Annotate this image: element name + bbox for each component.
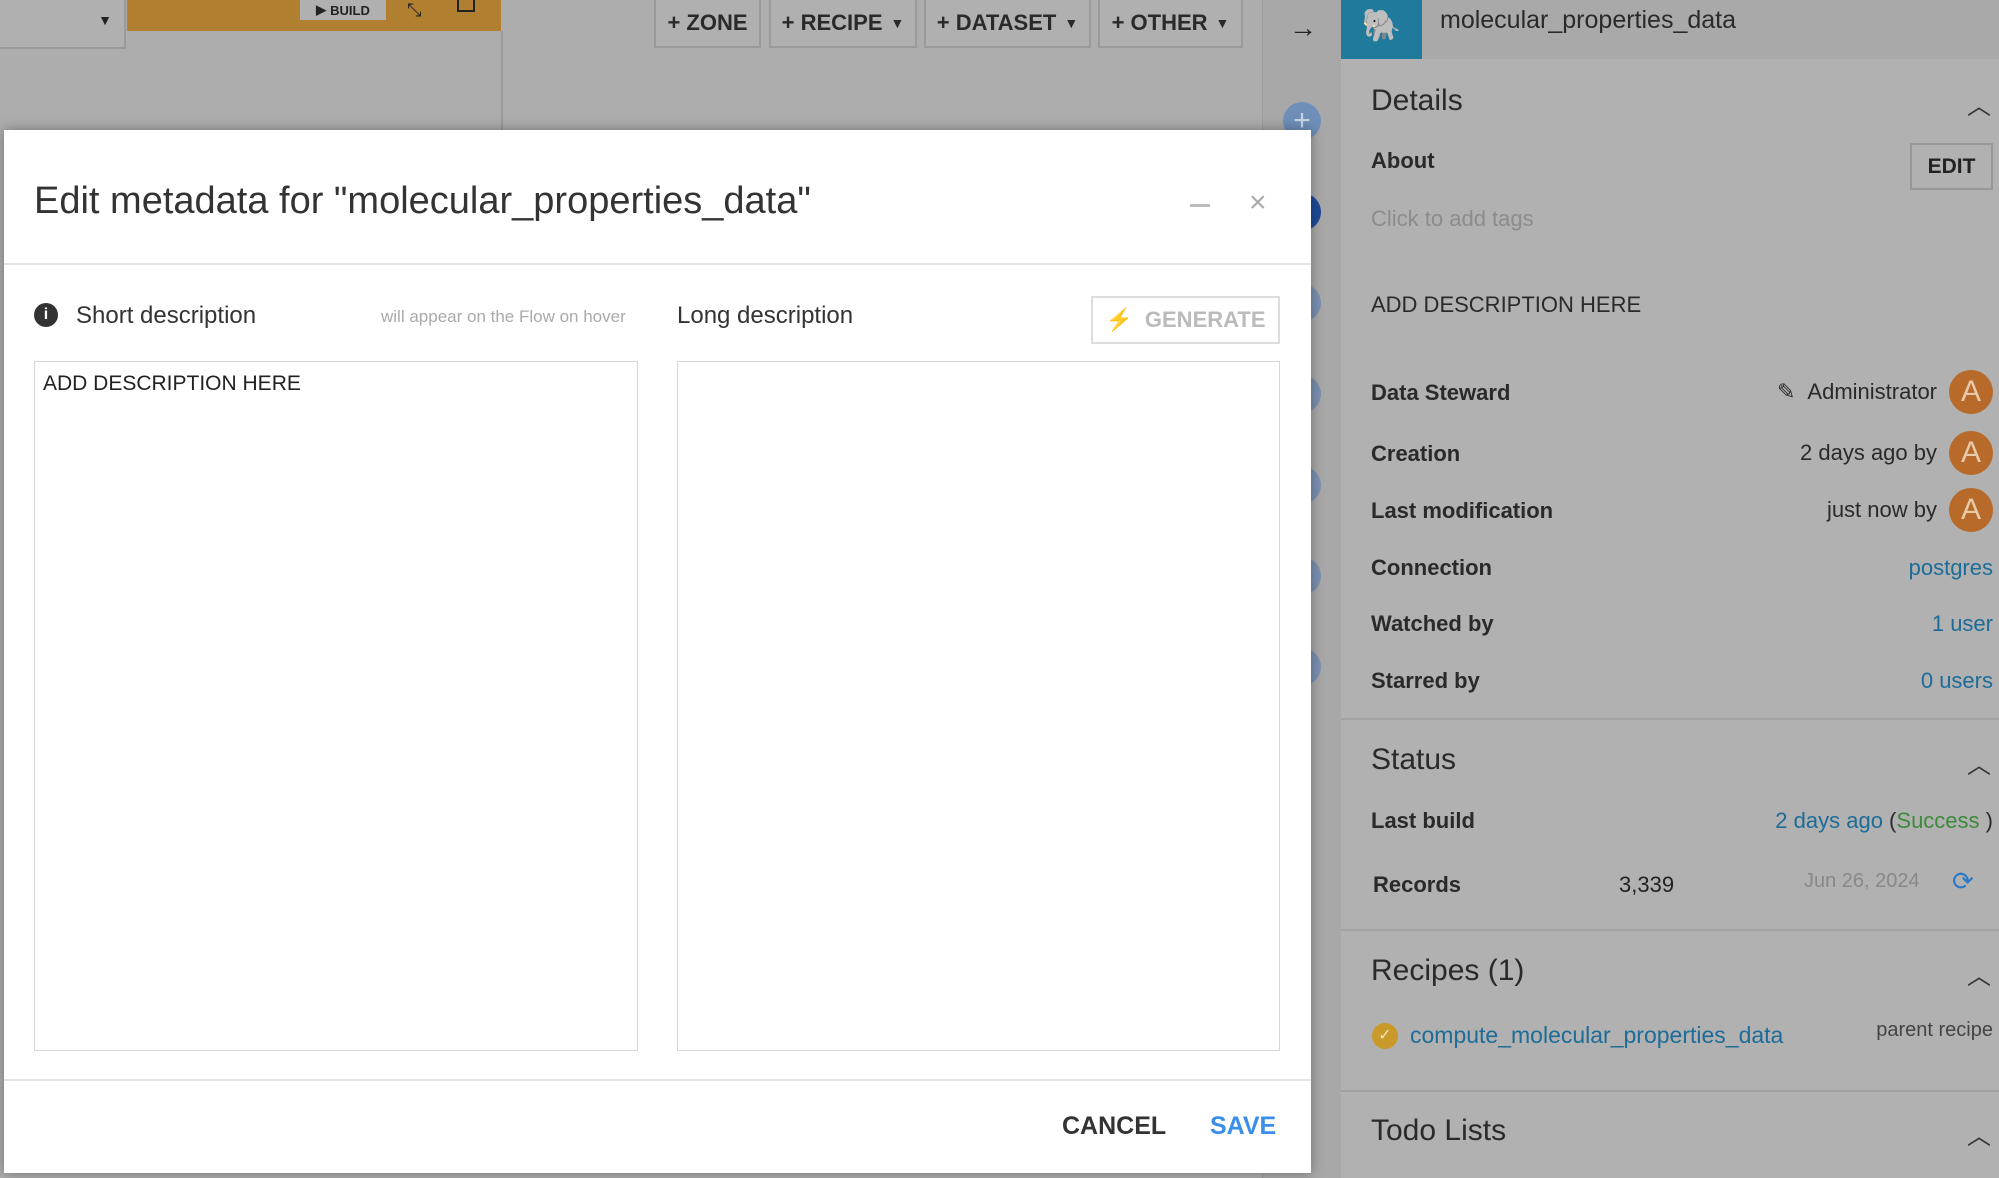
avatar[interactable]: A xyxy=(1949,488,1993,532)
last-modification-value: just now by A xyxy=(1827,488,1993,532)
square-icon[interactable] xyxy=(457,0,475,12)
creation-text: 2 days ago by xyxy=(1800,440,1937,465)
paren: ( xyxy=(1882,808,1897,833)
starred-by-link[interactable]: 0 users xyxy=(1921,668,1993,694)
pencil-icon[interactable]: ✎ xyxy=(1777,379,1795,405)
build-status: Success xyxy=(1896,808,1980,833)
modal-title: Edit metadata for "molecular_properties_… xyxy=(34,180,811,222)
collapse-icon[interactable]: ⤡ xyxy=(407,0,421,21)
refresh-icon[interactable]: ⟳ xyxy=(1952,866,1974,897)
last-modification-text: just now by xyxy=(1826,497,1937,522)
add-other-button[interactable]: + OTHER ▼ xyxy=(1098,0,1243,48)
data-steward-name: Administrator xyxy=(1807,379,1937,404)
recipe-role: parent recipe xyxy=(1876,1019,1993,1041)
divider xyxy=(4,1079,1311,1081)
paren: ) xyxy=(1979,808,1993,833)
about-label: About xyxy=(1371,148,1435,173)
postgres-elephant-icon: 🐘 xyxy=(1341,0,1422,59)
divider xyxy=(501,31,503,131)
cancel-button[interactable]: CANCEL xyxy=(1062,1112,1166,1141)
chevron-up-icon[interactable]: ︿ xyxy=(1967,86,1991,121)
short-description-hint: will appear on the Flow on hover xyxy=(381,307,626,326)
last-build-label: Last build xyxy=(1371,808,1475,833)
chevron-down-icon: ▼ xyxy=(1215,15,1230,31)
todo-lists-heading: Todo Lists xyxy=(1371,1114,1507,1147)
build-button[interactable]: ▶ BUILD xyxy=(300,0,386,20)
creation-value: 2 days ago by A xyxy=(1800,431,1993,475)
panel-header: 🐘 molecular_properties_data xyxy=(1341,0,1999,59)
chevron-down-icon: ▼ xyxy=(890,15,905,31)
description-text: ADD DESCRIPTION HERE xyxy=(1371,292,1642,317)
divider xyxy=(1341,1090,1999,1092)
last-build-value: 2 days ago (Success ) xyxy=(1775,808,1993,834)
chevron-up-icon[interactable]: ︿ xyxy=(1967,1116,1991,1151)
add-dataset-button[interactable]: + DATASET ▼ xyxy=(924,0,1091,48)
add-zone-button[interactable]: + ZONE xyxy=(654,0,761,48)
chevron-up-icon[interactable]: ︿ xyxy=(1967,956,1991,991)
data-steward-value: ✎ Administrator A xyxy=(1777,370,1993,414)
avatar[interactable]: A xyxy=(1949,370,1993,414)
add-recipe-label: + RECIPE xyxy=(781,10,883,35)
chevron-up-icon[interactable]: ︿ xyxy=(1967,745,1991,780)
last-modification-label: Last modification xyxy=(1371,498,1554,523)
info-icon: i xyxy=(34,303,58,327)
details-heading: Details xyxy=(1371,84,1463,117)
edit-button[interactable]: EDIT xyxy=(1910,143,1993,190)
edit-metadata-modal: Edit metadata for "molecular_properties_… xyxy=(4,130,1311,1173)
long-description-label: Long description xyxy=(677,302,854,329)
status-heading: Status xyxy=(1371,743,1457,776)
watched-by-label: Watched by xyxy=(1371,611,1494,636)
avatar[interactable]: A xyxy=(1949,431,1993,475)
add-dataset-label: + DATASET xyxy=(936,10,1057,35)
records-label: Records xyxy=(1373,872,1462,897)
watched-by-link[interactable]: 1 user xyxy=(1932,611,1993,637)
creation-label: Creation xyxy=(1371,441,1461,466)
tags-input[interactable]: Click to add tags xyxy=(1371,206,1534,232)
save-button[interactable]: SAVE xyxy=(1210,1112,1276,1141)
connection-link[interactable]: postgres xyxy=(1909,555,1993,581)
recipe-icon: ✓ xyxy=(1372,1023,1398,1049)
arrow-right-icon[interactable]: → xyxy=(1289,12,1317,44)
add-other-label: + OTHER xyxy=(1111,10,1208,35)
starred-by-label: Starred by xyxy=(1371,668,1480,693)
right-panel: 🐘 molecular_properties_data Details ︿ Ab… xyxy=(1341,0,1999,1178)
connection-label: Connection xyxy=(1371,555,1492,580)
divider xyxy=(4,263,1311,265)
play-icon: ▶ xyxy=(316,2,327,17)
data-steward-label: Data Steward xyxy=(1371,380,1511,405)
chevron-down-icon: ▼ xyxy=(98,12,112,28)
generate-label: GENERATE xyxy=(1144,307,1266,332)
records-date: Jun 26, 2024 xyxy=(1804,870,1920,892)
add-zone-label: + ZONE xyxy=(667,10,748,35)
short-description-label: Short description xyxy=(76,302,257,329)
zone-selector[interactable]: ▼ xyxy=(0,0,126,49)
minimize-icon[interactable] xyxy=(1190,204,1210,207)
dataset-name: molecular_properties_data xyxy=(1440,6,1737,34)
recipes-heading: Recipes (1) xyxy=(1371,954,1525,987)
divider xyxy=(1341,718,1999,720)
generate-button[interactable]: ⚡ GENERATE xyxy=(1091,296,1280,344)
long-description-input[interactable] xyxy=(677,361,1280,1051)
edit-label: EDIT xyxy=(1927,154,1976,178)
short-description-input[interactable] xyxy=(34,361,638,1051)
divider xyxy=(1341,929,1999,931)
close-icon[interactable]: × xyxy=(1249,186,1267,220)
chevron-down-icon: ▼ xyxy=(1064,15,1079,31)
magic-wand-icon: ⚡ xyxy=(1105,307,1133,332)
recipe-link[interactable]: compute_molecular_properties_data xyxy=(1410,1022,1783,1049)
add-recipe-button[interactable]: + RECIPE ▼ xyxy=(769,0,917,48)
records-value: 3,339 xyxy=(1619,872,1675,897)
last-build-link[interactable]: 2 days ago xyxy=(1775,808,1883,834)
build-label: BUILD xyxy=(330,2,370,18)
